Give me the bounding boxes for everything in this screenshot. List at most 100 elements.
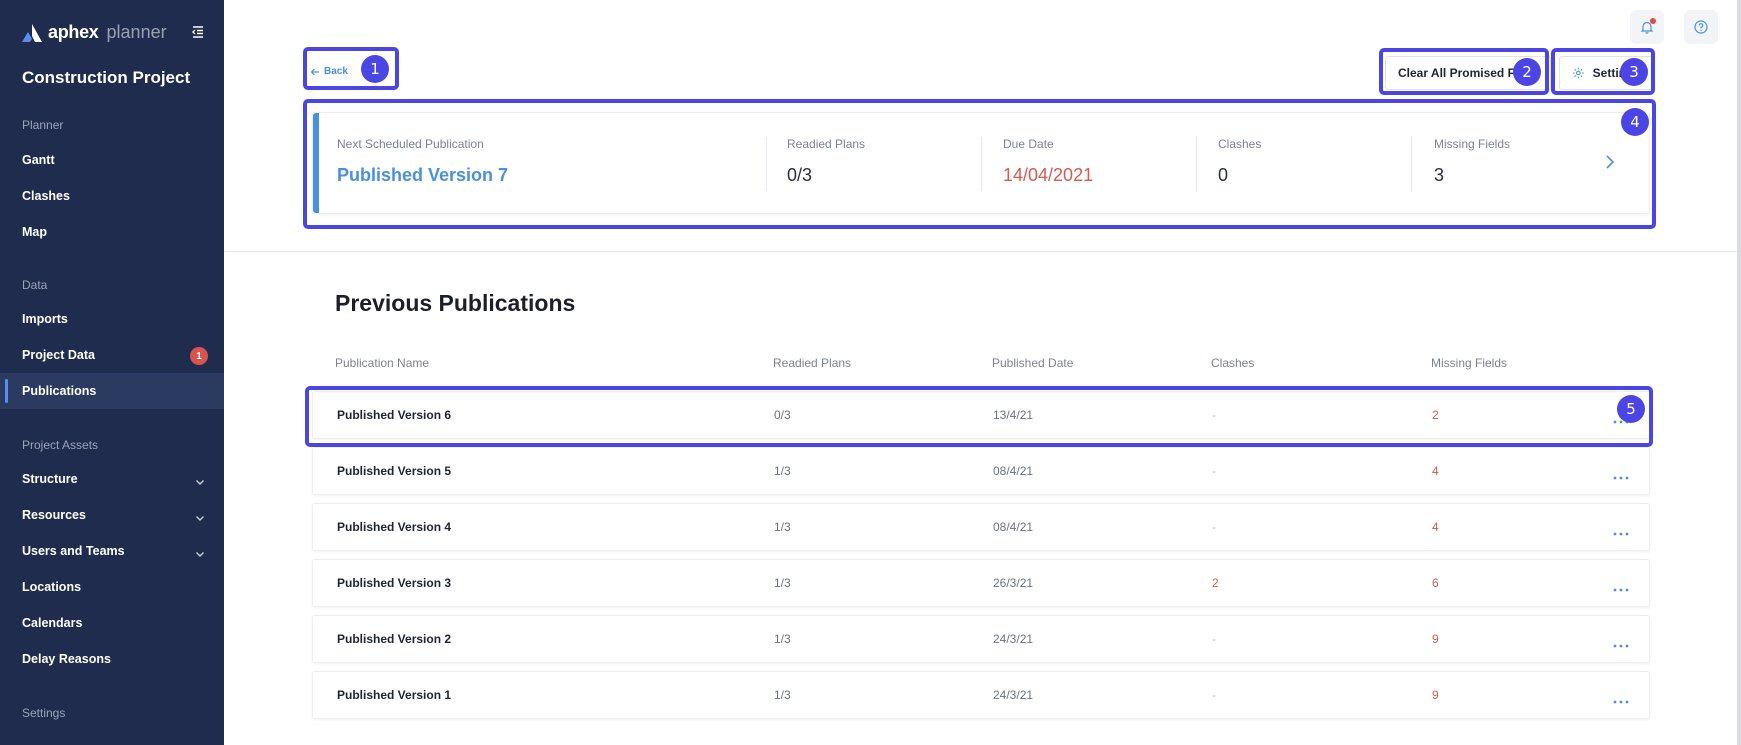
- chevron-right-icon[interactable]: [1604, 154, 1616, 170]
- due-date-column: Due Date 14/04/2021: [1003, 137, 1093, 186]
- row-name: Published Version 3: [337, 576, 452, 590]
- row-readied: 1/3: [774, 520, 791, 534]
- notification-dot: [1650, 18, 1656, 24]
- next-publication-name[interactable]: Published Version 7: [337, 165, 508, 186]
- row-name: Published Version 4: [337, 520, 452, 534]
- logo-sub-text: planner: [106, 22, 167, 42]
- aphex-logo-icon: [22, 23, 42, 42]
- collapse-sidebar-icon[interactable]: [190, 24, 206, 40]
- missing-fields-label: Missing Fields: [1434, 137, 1511, 151]
- row-name: Published Version 1: [337, 688, 452, 702]
- section-label-planner: Planner: [22, 118, 64, 132]
- row-clashes: 2: [1212, 576, 1219, 590]
- card-accent-bar: [313, 113, 319, 213]
- row-missing: 9: [1432, 688, 1439, 702]
- notifications-button[interactable]: [1630, 10, 1664, 44]
- row-date: 08/4/21: [993, 520, 1034, 534]
- column-header-name: Publication Name: [335, 356, 430, 370]
- row-missing: 4: [1432, 520, 1439, 534]
- row-date: 13/4/21: [993, 408, 1034, 422]
- row-missing: 9: [1432, 632, 1439, 646]
- help-icon: [1694, 20, 1708, 34]
- sidebar-item-calendars[interactable]: Calendars: [0, 605, 224, 641]
- section-label-data: Data: [22, 278, 48, 292]
- column-divider: [981, 137, 982, 191]
- gear-icon: [1572, 67, 1584, 79]
- back-link[interactable]: Back: [310, 66, 348, 77]
- chevron-down-icon[interactable]: [195, 510, 205, 521]
- sidebar-item-map[interactable]: Map: [0, 214, 224, 250]
- chevron-down-icon[interactable]: [195, 546, 205, 557]
- row-clashes: -: [1212, 464, 1216, 478]
- row-name: Published Version 6: [337, 408, 452, 422]
- row-clashes: -: [1212, 408, 1216, 422]
- sidebar-item-delay-reasons[interactable]: Delay Reasons: [0, 641, 224, 677]
- row-date: 24/3/21: [993, 688, 1034, 702]
- table-row[interactable]: Published Version 5 1/3 08/4/21 - 4: [312, 447, 1650, 495]
- table-row[interactable]: Published Version 1 1/3 24/3/21 - 9: [312, 671, 1650, 719]
- more-options-icon[interactable]: [1613, 580, 1629, 592]
- previous-publications-title: Previous Publications: [335, 290, 576, 316]
- project-title: Construction Project: [22, 68, 191, 87]
- chevron-down-icon[interactable]: [195, 474, 205, 485]
- readied-plans-column: Readied Plans 0/3: [787, 137, 865, 186]
- logo-brand-text: aphex: [48, 22, 99, 42]
- row-readied: 1/3: [774, 688, 791, 702]
- section-label-settings[interactable]: Settings: [22, 706, 65, 720]
- table-row[interactable]: Published Version 4 1/3 08/4/21 - 4: [312, 503, 1650, 551]
- sidebar-item-locations[interactable]: Locations: [0, 569, 224, 605]
- more-options-icon[interactable]: [1613, 636, 1629, 648]
- column-header-date: Published Date: [992, 356, 1074, 370]
- sidebar: aphex planner Construction Project Plann…: [0, 0, 224, 745]
- row-date: 24/3/21: [993, 632, 1034, 646]
- column-header-readied: Readied Plans: [773, 356, 852, 370]
- sidebar-item-label: Project Data: [22, 348, 95, 362]
- sidebar-item-clashes[interactable]: Clashes: [0, 178, 224, 214]
- clashes-value: 0: [1218, 165, 1229, 185]
- help-button[interactable]: [1684, 10, 1718, 44]
- readied-plans-label: Readied Plans: [787, 137, 866, 151]
- column-divider: [1411, 137, 1412, 191]
- column-divider: [766, 137, 767, 191]
- missing-fields-column: Missing Fields 3: [1434, 137, 1510, 186]
- row-readied: 1/3: [774, 576, 791, 590]
- clashes-label: Clashes: [1218, 137, 1262, 151]
- annotation-badge-5: 5: [1617, 395, 1645, 423]
- row-date: 08/4/21: [993, 464, 1034, 478]
- row-clashes: -: [1212, 632, 1216, 646]
- row-missing: 4: [1432, 464, 1439, 478]
- sidebar-item-publications[interactable]: Publications: [0, 373, 224, 409]
- more-options-icon[interactable]: [1613, 524, 1629, 536]
- sidebar-item-structure[interactable]: Structure: [0, 461, 224, 497]
- more-options-icon[interactable]: [1613, 468, 1629, 480]
- row-clashes: -: [1212, 520, 1216, 534]
- next-publication-column: Next Scheduled Publication Published Ver…: [337, 137, 508, 186]
- table-row[interactable]: Published Version 3 1/3 26/3/21 2 6: [312, 559, 1650, 607]
- row-readied: 0/3: [774, 408, 791, 422]
- more-options-icon[interactable]: [1613, 692, 1629, 704]
- app-logo[interactable]: aphex planner: [22, 22, 167, 43]
- sidebar-item-resources[interactable]: Resources: [0, 497, 224, 533]
- row-name: Published Version 2: [337, 632, 452, 646]
- sidebar-item-imports[interactable]: Imports: [0, 301, 224, 337]
- row-clashes: -: [1212, 688, 1216, 702]
- main-content: Back Clear All Promised Flags Settings N…: [224, 0, 1741, 745]
- clashes-column: Clashes 0: [1218, 137, 1261, 186]
- missing-fields-value: 3: [1434, 165, 1445, 185]
- window-edge: [1737, 0, 1741, 745]
- row-missing: 6: [1432, 576, 1439, 590]
- project-data-badge: 1: [190, 347, 208, 365]
- next-publication-card[interactable]: Next Scheduled Publication Published Ver…: [312, 112, 1650, 214]
- annotation-badge-3: 3: [1620, 58, 1648, 86]
- table-row[interactable]: Published Version 2 1/3 24/3/21 - 9: [312, 615, 1650, 663]
- row-missing: 2: [1432, 408, 1439, 422]
- sidebar-item-users-and-teams[interactable]: Users and Teams: [0, 533, 224, 569]
- row-date: 26/3/21: [993, 576, 1034, 590]
- sidebar-item-gantt[interactable]: Gantt: [0, 142, 224, 178]
- column-header-clashes: Clashes: [1211, 356, 1255, 370]
- due-date-value: 14/04/2021: [1003, 165, 1094, 185]
- annotation-badge-4: 4: [1621, 108, 1649, 136]
- row-readied: 1/3: [774, 632, 791, 646]
- app-window: aphex planner Construction Project Plann…: [0, 0, 1741, 745]
- table-row[interactable]: Published Version 6 0/3 13/4/21 - 2: [312, 391, 1650, 439]
